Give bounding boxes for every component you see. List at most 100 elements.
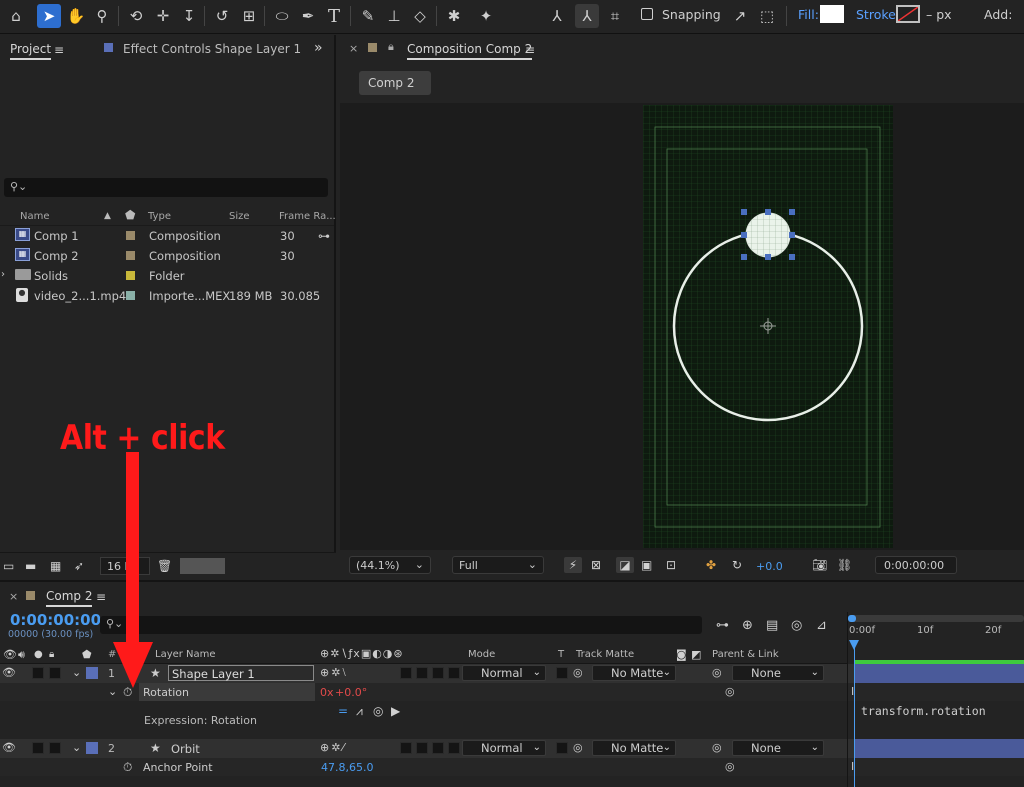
list-item[interactable]: ● video_2...1.mp4 Importe...MEX 189 MB 3… xyxy=(0,286,335,306)
render-queue-icon[interactable]: ➶ xyxy=(74,558,84,574)
current-time[interactable]: 0:00:00:00 xyxy=(10,611,101,629)
parent-dropdown[interactable]: None ⌄ xyxy=(732,740,824,756)
snap-points-icon[interactable]: ⬚ xyxy=(755,4,779,28)
comp-subtab[interactable]: Comp 2 xyxy=(359,71,431,95)
world-axis-icon[interactable]: ⅄ xyxy=(575,4,599,28)
pick-whip-icon[interactable]: ◎ xyxy=(712,665,722,681)
new-folder-icon[interactable]: ▬ xyxy=(25,558,36,574)
panel-menu-icon[interactable]: ≡ xyxy=(525,42,535,58)
roto-brush-icon[interactable]: ✱ xyxy=(442,4,466,28)
track-matte-spiral-icon[interactable]: ◎ xyxy=(573,740,583,756)
label-swatch[interactable] xyxy=(126,291,135,300)
fill-swatch[interactable] xyxy=(820,5,844,23)
link-icon[interactable]: ◩ xyxy=(691,647,701,663)
expression-pick-whip-icon[interactable]: ◎ xyxy=(373,703,383,719)
layer-switches[interactable]: ⊕✲⁄ xyxy=(320,741,346,754)
reset-exposure-icon[interactable]: ↻ xyxy=(732,557,742,573)
comp-canvas[interactable] xyxy=(643,105,893,548)
track-matte-dropdown[interactable]: No Matte ⌄ xyxy=(592,665,676,681)
brush-tool-icon[interactable]: ✎ xyxy=(356,4,380,28)
audio-icon[interactable]: 🔊︎ xyxy=(18,647,25,663)
label-swatch[interactable] xyxy=(126,231,135,240)
lock-icon[interactable]: 🔒︎ xyxy=(388,40,394,54)
blend-mode-dropdown[interactable]: Normal ⌄ xyxy=(462,740,546,756)
pick-whip-icon[interactable]: ◎ xyxy=(725,684,735,700)
new-composition-icon[interactable]: ▦ xyxy=(50,558,61,574)
matte-icon[interactable]: ◙ xyxy=(676,647,687,663)
chevron-down-icon[interactable]: ⌄ xyxy=(72,740,81,756)
zoom-tool-icon[interactable]: ⚲ xyxy=(90,4,114,28)
interpret-footage-icon[interactable]: ▭ xyxy=(3,558,14,574)
transparency-grid-icon[interactable]: ⊠ xyxy=(591,557,601,573)
pick-whip-icon[interactable]: ◎ xyxy=(725,759,735,775)
view-axis-icon[interactable]: ⌗ xyxy=(603,4,627,28)
selection-tool-icon[interactable]: ➤ xyxy=(37,4,61,28)
layer-duration-bar[interactable] xyxy=(855,739,1024,758)
layer-switches[interactable]: ⊕✲⧵ xyxy=(320,666,348,680)
list-item[interactable]: › Solids Folder xyxy=(0,266,335,286)
anchor-point-value[interactable]: 47.8,65.0 xyxy=(321,761,373,774)
track-matte-spiral-icon[interactable]: ◎ xyxy=(573,665,583,681)
stroke-width-units[interactable]: – px xyxy=(926,7,952,22)
table-row[interactable]: 👁︎ ⌄ 2 ★ Orbit ⊕✲⁄ Normal ⌄ ◎ No Matte ⌄ ◎… xyxy=(0,739,1024,758)
hand-tool-icon[interactable]: ✋ xyxy=(64,4,88,28)
close-icon[interactable]: × xyxy=(349,42,358,55)
label-swatch[interactable] xyxy=(86,667,98,679)
puppet-pin-icon[interactable]: ✦ xyxy=(474,4,498,28)
label-tag-icon[interactable]: ⬟ xyxy=(82,647,92,663)
switches-icon[interactable]: ⊕✲∖ƒx▣◐◑⊛ xyxy=(320,647,404,660)
col-layer-name[interactable]: Layer Name xyxy=(155,649,216,660)
expression-graph-icon[interactable]: ⩘ xyxy=(356,703,363,719)
add-label[interactable]: Add: xyxy=(984,7,1012,22)
label-swatch[interactable] xyxy=(126,251,135,260)
clone-stamp-icon[interactable]: ⊥ xyxy=(382,4,406,28)
panel-overflow-icon[interactable]: » xyxy=(314,40,323,56)
current-time-display[interactable]: 0:00:00:00 xyxy=(875,556,957,574)
eraser-tool-icon[interactable]: ◇ xyxy=(408,4,432,28)
playhead[interactable] xyxy=(854,646,855,787)
table-row[interactable]: = ⩘ ◎ ▶ Expression: Rotation transform.r… xyxy=(0,701,1024,739)
show-snapshot-icon[interactable]: ⛓ xyxy=(837,557,852,573)
panel-menu-icon[interactable]: ≡ xyxy=(54,42,64,58)
pan-behind-tool-icon[interactable]: ⊞ xyxy=(237,4,261,28)
video-eye-icon[interactable]: 👁︎ xyxy=(3,647,17,663)
grid-guides-icon[interactable]: ⊡ xyxy=(666,557,676,573)
tab-effect-controls[interactable]: Effect Controls Shape Layer 1 xyxy=(123,42,301,56)
col-size[interactable]: Size xyxy=(229,211,250,222)
rotate-tool-icon[interactable]: ↺ xyxy=(210,4,234,28)
fast-previews-icon[interactable]: ⚡ xyxy=(564,557,582,573)
draft-3d-icon[interactable]: ⊕ xyxy=(742,618,753,634)
project-search-input[interactable]: ⚲⌄ xyxy=(4,178,328,197)
label-swatch[interactable] xyxy=(86,742,98,754)
rotation-revolutions[interactable]: 0x xyxy=(320,686,334,699)
pen-tool-icon[interactable]: ✒ xyxy=(296,4,320,28)
layer-name[interactable]: Orbit xyxy=(171,742,200,756)
chevron-right-icon[interactable]: › xyxy=(1,269,5,280)
expression-text[interactable]: transform.rotation xyxy=(861,704,986,718)
col-frame-rate[interactable]: Frame Ra... xyxy=(279,211,336,222)
zoom-dropdown[interactable]: (44.1%) ⌄ xyxy=(349,556,431,574)
stopwatch-icon[interactable]: ⏱︎ xyxy=(123,759,132,775)
local-axis-icon[interactable]: ⅄ xyxy=(545,4,569,28)
composition-mini-flowchart-icon[interactable]: ⊶ xyxy=(716,618,729,634)
motion-blur-icon[interactable]: ◎ xyxy=(791,618,802,634)
exposure-value[interactable]: +0.0 xyxy=(756,560,783,573)
table-row[interactable]: ⏱︎ Anchor Point 47.8,65.0 ◎ I xyxy=(0,758,1024,776)
col-name[interactable]: Name xyxy=(20,211,50,222)
close-icon[interactable]: × xyxy=(9,590,18,603)
label-swatch[interactable] xyxy=(126,271,135,280)
blend-mode-dropdown[interactable]: Normal ⌄ xyxy=(462,665,546,681)
orbit-camera-icon[interactable]: ⟲ xyxy=(124,4,148,28)
timeline-search-input[interactable]: ⚲⌄ xyxy=(100,616,702,634)
trash-icon[interactable]: 🗑 xyxy=(157,558,172,574)
visibility-eye-icon[interactable]: 👁︎ xyxy=(2,665,16,681)
snap-edges-icon[interactable]: ↗ xyxy=(728,4,752,28)
pick-whip-icon[interactable]: ◎ xyxy=(712,740,722,756)
dolly-camera-icon[interactable]: ↧ xyxy=(177,4,201,28)
solo-icon[interactable]: ● xyxy=(34,647,43,663)
mask-visibility-icon[interactable]: ◪ xyxy=(616,557,634,573)
col-type[interactable]: Type xyxy=(148,211,171,222)
resolution-dropdown[interactable]: Full ⌄ xyxy=(452,556,544,574)
panel-menu-icon[interactable]: ≡ xyxy=(96,589,106,605)
visibility-eye-icon[interactable]: 👁︎ xyxy=(2,740,16,756)
